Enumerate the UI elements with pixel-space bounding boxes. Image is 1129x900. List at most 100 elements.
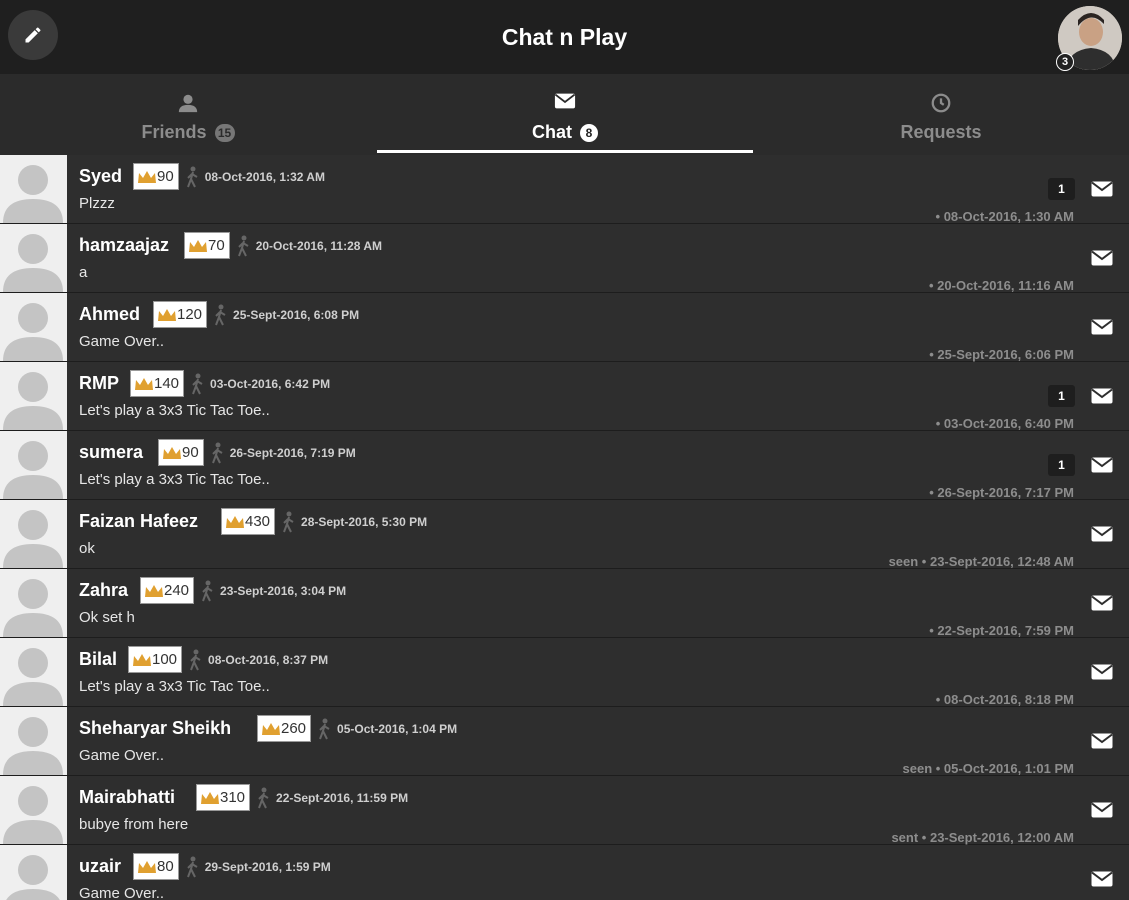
default-avatar-icon bbox=[0, 155, 67, 223]
message-time: • 26-Sept-2016, 7:17 PM bbox=[929, 485, 1074, 500]
walking-person-icon bbox=[190, 649, 201, 670]
score-badge: 260 bbox=[257, 715, 312, 742]
contact-name: sumera bbox=[79, 442, 144, 462]
message-button[interactable] bbox=[1089, 868, 1115, 890]
message-button[interactable] bbox=[1089, 247, 1115, 269]
envelope-icon bbox=[1091, 250, 1113, 266]
envelope-icon bbox=[1091, 526, 1113, 542]
message-time: • 22-Sept-2016, 7:59 PM bbox=[929, 623, 1074, 638]
score-value: 70 bbox=[208, 237, 225, 254]
default-avatar-icon bbox=[0, 431, 67, 499]
message-time: • 25-Sept-2016, 6:06 PM bbox=[929, 347, 1074, 362]
contact-name: Syed bbox=[79, 166, 123, 186]
last-active-time: 08-Oct-2016, 1:32 AM bbox=[204, 169, 325, 184]
message-button[interactable] bbox=[1089, 799, 1115, 821]
envelope-icon bbox=[1091, 871, 1113, 887]
message-button[interactable] bbox=[1089, 316, 1115, 338]
walking-person-icon bbox=[258, 787, 269, 808]
contact-name: RMP bbox=[79, 373, 119, 393]
message-button[interactable] bbox=[1089, 454, 1115, 476]
message-button[interactable] bbox=[1089, 661, 1115, 683]
contact-name: Bilal bbox=[79, 649, 118, 669]
message-preview: bubye from here bbox=[79, 816, 189, 833]
default-avatar-icon bbox=[0, 293, 67, 361]
crown-icon bbox=[138, 170, 156, 183]
contact-meta: 90 26-Sept-2016, 7:19 PM bbox=[158, 439, 356, 466]
unread-count-badge: 1 bbox=[1048, 454, 1075, 476]
tab-chat[interactable]: Chat 8 bbox=[377, 74, 753, 155]
clock-icon bbox=[931, 93, 951, 113]
contact-name: Ahmed bbox=[79, 304, 141, 324]
chat-row[interactable]: Ahmed 120 25-Sept-2016, 6:08 PM Game Ove… bbox=[0, 293, 1129, 362]
score-value: 80 bbox=[157, 858, 174, 875]
last-active-time: 28-Sept-2016, 5:30 PM bbox=[301, 514, 428, 529]
last-active-time: 08-Oct-2016, 8:37 PM bbox=[208, 652, 329, 667]
contact-meta: 100 08-Oct-2016, 8:37 PM bbox=[128, 646, 328, 673]
unread-count-badge: 1 bbox=[1048, 385, 1075, 407]
top-bar: Chat n Play 3 bbox=[0, 0, 1129, 74]
chat-row[interactable]: Mairabhatti 310 22-Sept-2016, 11:59 PM b… bbox=[0, 776, 1129, 845]
contact-meta: 260 05-Oct-2016, 1:04 PM bbox=[257, 715, 457, 742]
chat-row[interactable]: Sheharyar Sheikh 260 05-Oct-2016, 1:04 P… bbox=[0, 707, 1129, 776]
tab-requests-label: Requests bbox=[900, 122, 982, 142]
message-preview: Ok set h bbox=[79, 609, 135, 626]
tab-friends-label: Friends bbox=[141, 122, 207, 142]
chat-row[interactable]: Zahra 240 23-Sept-2016, 3:04 PM Ok set h… bbox=[0, 569, 1129, 638]
chat-row[interactable]: hamzaajaz 70 20-Oct-2016, 11:28 AM a • 2… bbox=[0, 224, 1129, 293]
default-avatar-icon bbox=[0, 500, 67, 568]
score-value: 430 bbox=[245, 513, 271, 530]
message-button[interactable] bbox=[1089, 178, 1115, 200]
crown-icon bbox=[133, 653, 151, 666]
message-time: • 08-Oct-2016, 8:18 PM bbox=[935, 692, 1074, 707]
message-button[interactable] bbox=[1089, 592, 1115, 614]
active-tab-indicator bbox=[377, 150, 753, 153]
chat-row[interactable]: sumera 90 26-Sept-2016, 7:19 PM Let's pl… bbox=[0, 431, 1129, 500]
chat-row[interactable]: Bilal 100 08-Oct-2016, 8:37 PM Let's pla… bbox=[0, 638, 1129, 707]
score-value: 90 bbox=[182, 444, 199, 461]
walking-person-icon bbox=[192, 373, 203, 394]
default-avatar-icon bbox=[0, 362, 67, 430]
walking-person-icon bbox=[211, 442, 223, 463]
envelope-icon bbox=[1091, 802, 1113, 818]
crown-icon bbox=[145, 584, 163, 597]
message-time: • 20-Oct-2016, 11:16 AM bbox=[929, 278, 1074, 293]
message-time: • 03-Oct-2016, 6:40 PM bbox=[935, 416, 1074, 431]
message-preview: ok bbox=[79, 540, 95, 557]
last-active-time: 25-Sept-2016, 6:08 PM bbox=[233, 307, 360, 322]
chat-row[interactable]: Faizan Hafeez 430 28-Sept-2016, 5:30 PM … bbox=[0, 500, 1129, 569]
message-time: seen • 23-Sept-2016, 12:48 AM bbox=[888, 554, 1074, 569]
tab-requests[interactable]: Requests bbox=[753, 74, 1129, 155]
contact-name: uzair bbox=[79, 856, 122, 876]
crown-icon bbox=[189, 239, 207, 252]
person-icon bbox=[178, 94, 198, 113]
last-active-time: 05-Oct-2016, 1:04 PM bbox=[337, 721, 458, 736]
score-badge: 240 bbox=[140, 577, 195, 604]
chat-row[interactable]: Syed 90 08-Oct-2016, 1:32 AM Plzzz 1 • 0… bbox=[0, 155, 1129, 224]
message-button[interactable] bbox=[1089, 385, 1115, 407]
crown-icon bbox=[163, 446, 181, 459]
walking-person-icon bbox=[186, 856, 198, 877]
message-preview: a bbox=[79, 264, 88, 281]
crown-icon bbox=[138, 860, 156, 873]
contact-meta: 140 03-Oct-2016, 6:42 PM bbox=[130, 370, 330, 397]
message-preview: Game Over.. bbox=[79, 747, 165, 764]
envelope-icon bbox=[1091, 388, 1113, 404]
contact-meta: 80 29-Sept-2016, 1:59 PM bbox=[133, 853, 331, 880]
score-value: 120 bbox=[177, 306, 203, 323]
envelope-icon bbox=[1091, 664, 1113, 680]
contact-meta: 120 25-Sept-2016, 6:08 PM bbox=[153, 301, 359, 328]
message-button[interactable] bbox=[1089, 730, 1115, 752]
message-button[interactable] bbox=[1089, 523, 1115, 545]
envelope-icon bbox=[1091, 319, 1113, 335]
chat-row[interactable]: RMP 140 03-Oct-2016, 6:42 PM Let's play … bbox=[0, 362, 1129, 431]
crown-icon bbox=[158, 308, 176, 321]
message-preview: Game Over.. bbox=[79, 333, 165, 350]
profile-notification-badge: 3 bbox=[1056, 53, 1074, 71]
chat-row[interactable]: uzair 80 29-Sept-2016, 1:59 PM Game Over… bbox=[0, 845, 1129, 900]
last-active-time: 29-Sept-2016, 1:59 PM bbox=[204, 859, 331, 874]
score-badge: 70 bbox=[184, 232, 230, 259]
message-time: seen • 05-Oct-2016, 1:01 PM bbox=[902, 761, 1074, 776]
tab-friends[interactable]: Friends 15 bbox=[0, 74, 376, 155]
message-preview: Let's play a 3x3 Tic Tac Toe.. bbox=[79, 678, 270, 695]
contact-name: hamzaajaz bbox=[79, 235, 170, 255]
